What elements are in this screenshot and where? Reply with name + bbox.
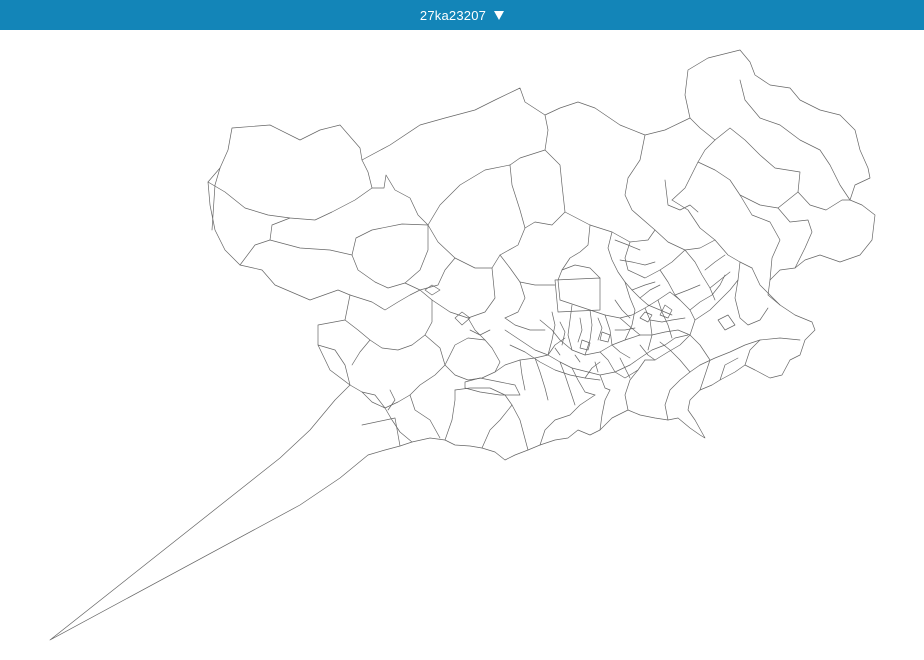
boundary-line — [699, 337, 801, 366]
boundary-line — [599, 374, 611, 391]
boundary-line — [674, 284, 701, 296]
boundary-line — [717, 314, 736, 331]
boundary-line — [539, 394, 596, 446]
boundary-map — [49, 49, 876, 641]
boundary-line — [709, 271, 731, 289]
boundary-line — [427, 164, 526, 229]
region-selector-bar[interactable]: 27ka23207 — [0, 0, 924, 30]
boundary-line — [387, 389, 396, 411]
boundary-line — [744, 339, 761, 366]
boundary-line — [611, 344, 631, 359]
boundary-line — [599, 389, 611, 431]
boundary-line — [427, 224, 526, 269]
boundary-line — [659, 341, 691, 373]
boundary-line — [704, 254, 726, 271]
boundary-line — [559, 291, 671, 319]
boundary-line — [464, 377, 521, 396]
boundary-line — [659, 304, 673, 319]
boundary-line — [361, 417, 401, 447]
boundary-line — [557, 224, 591, 301]
boundary-line — [619, 357, 631, 379]
boundary-line — [649, 317, 686, 323]
boundary-line — [534, 357, 549, 401]
boundary-line — [639, 329, 691, 336]
boundary-line — [554, 277, 601, 313]
boundary-line — [361, 159, 429, 226]
boundary-line — [499, 254, 526, 319]
boundary-line — [481, 404, 513, 449]
boundary-line — [574, 354, 581, 363]
boundary-line — [444, 337, 501, 381]
boundary-line — [269, 217, 291, 241]
boundary-line — [719, 357, 739, 381]
boundary-line — [739, 194, 781, 281]
map-canvas[interactable] — [0, 30, 924, 660]
boundary-line — [597, 317, 603, 341]
boundary-line — [519, 359, 526, 391]
boundary-line — [689, 279, 739, 391]
boundary-line — [664, 179, 699, 213]
boundary-line — [631, 281, 656, 291]
boundary-line — [467, 317, 486, 341]
boundary-line — [349, 289, 421, 311]
outer-boundary-north — [49, 49, 876, 641]
boundary-line — [317, 344, 351, 386]
boundary-line — [504, 317, 546, 331]
boundary-line — [739, 79, 851, 201]
caret-down-icon[interactable] — [494, 10, 505, 20]
boundary-line — [689, 117, 801, 193]
boundary-line — [619, 317, 641, 336]
boundary-line — [624, 297, 636, 341]
boundary-line — [644, 334, 691, 361]
boundary-line — [409, 394, 441, 439]
boundary-line — [697, 161, 799, 209]
boundary-line — [419, 267, 496, 319]
boundary-line — [669, 291, 696, 321]
boundary-line — [554, 347, 561, 356]
boundary-line — [619, 259, 656, 266]
boundary-line — [671, 199, 753, 269]
boundary-line — [547, 311, 556, 356]
boundary-line — [509, 149, 566, 229]
boundary-line — [444, 389, 456, 441]
boundary-line — [544, 114, 549, 151]
boundary-line — [614, 327, 636, 331]
boundary-line — [614, 299, 631, 319]
boundary-line — [624, 359, 646, 411]
boundary-line — [571, 367, 596, 396]
boundary-line — [751, 267, 781, 306]
boundary-line — [239, 239, 271, 266]
boundary-line — [599, 351, 616, 373]
boundary-line — [561, 264, 601, 279]
boundary-line — [629, 344, 666, 366]
boundary-line — [269, 223, 429, 256]
boundary-line — [351, 339, 371, 366]
boundary-line — [559, 321, 566, 346]
region-selector-label: 27ka23207 — [419, 7, 487, 23]
boundary-line — [734, 261, 769, 326]
boundary-line — [664, 364, 701, 421]
boundary-line — [639, 344, 656, 361]
boundary-line — [639, 284, 661, 299]
boundary-line — [659, 269, 681, 301]
boundary-line — [454, 311, 471, 326]
boundary-lines — [49, 49, 876, 641]
boundary-line — [404, 257, 456, 291]
boundary-line — [599, 331, 611, 343]
boundary-line — [519, 281, 556, 286]
boundary-line — [797, 191, 851, 211]
boundary-line — [577, 317, 583, 343]
boundary-line — [684, 249, 716, 301]
boundary-line — [207, 181, 373, 221]
boundary-line — [349, 334, 446, 409]
boundary-line — [564, 134, 656, 243]
boundary-line — [454, 387, 529, 451]
boundary-line — [671, 139, 716, 201]
boundary-line — [469, 329, 491, 336]
